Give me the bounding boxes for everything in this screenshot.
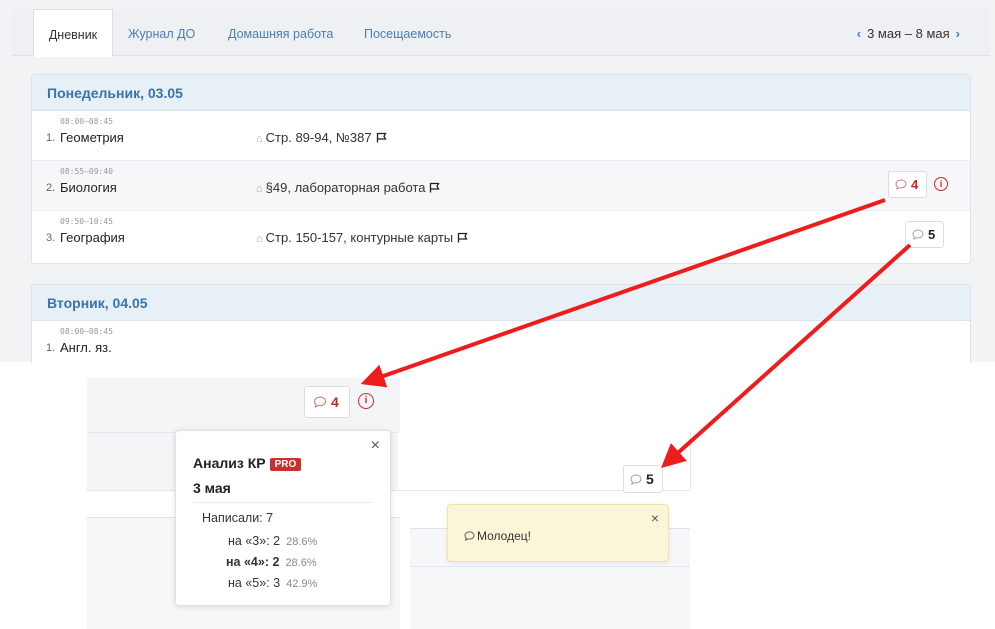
test-analysis-popover: × Анализ КР PRO 3 мая Написали: 7 на «3»:… — [175, 430, 391, 606]
lesson-time: 09:50–10:45 — [60, 217, 113, 226]
lesson-time: 08:55–09:40 — [60, 167, 113, 176]
pro-badge: PRO — [269, 458, 302, 471]
close-icon[interactable]: × — [651, 510, 659, 526]
lesson-number: 3. — [46, 232, 56, 244]
comment-icon — [912, 229, 924, 240]
comment-icon — [464, 531, 475, 541]
homework: ⌂ Стр. 150-157, контурные карты — [256, 230, 468, 245]
wrote-label: Написали: — [202, 511, 263, 525]
comment-note: × Молодец! — [447, 504, 669, 562]
week-navigation: ‹ 3 мая – 8 мая › — [851, 26, 966, 41]
next-week-icon[interactable]: › — [950, 26, 966, 41]
week-range: 3 мая – 8 мая — [867, 26, 950, 41]
lesson-number: 1. — [46, 342, 56, 354]
homework-text: Стр. 150-157, контурные карты — [265, 230, 454, 245]
day-card-monday: Понедельник, 03.05 08:00–08:45 1. Геомет… — [31, 74, 971, 264]
comments-count: 5 — [646, 471, 654, 487]
tab-bar: Дневник Журнал ДО Домашняя работа Посеща… — [12, 9, 990, 57]
close-icon[interactable]: × — [371, 437, 380, 455]
flag-icon[interactable] — [457, 232, 468, 243]
comment-icon — [630, 474, 642, 485]
divider — [410, 566, 690, 567]
lesson-number: 1. — [46, 132, 56, 144]
lesson-row[interactable]: 08:55–09:40 2. Биология ⌂ §49, лабораторн… — [32, 161, 970, 211]
day-header: Вторник, 04.05 — [32, 285, 970, 321]
lesson-subject: Биология — [60, 180, 117, 195]
lesson-number: 2. — [46, 182, 56, 194]
divider — [193, 502, 373, 503]
homework: ⌂ §49, лабораторная работа — [256, 180, 441, 195]
popover-title-text: Анализ КР — [193, 455, 266, 471]
flag-icon[interactable] — [376, 132, 387, 143]
comments-badge[interactable]: 5 — [905, 221, 945, 248]
grade-label: на «4»: — [226, 555, 269, 569]
comments-badge-zoomed[interactable]: 5 — [623, 465, 663, 493]
lesson-time: 08:00–08:45 — [60, 117, 113, 126]
comments-count: 4 — [331, 394, 339, 410]
grade-percent: 28.6% — [286, 536, 318, 548]
lesson-row[interactable]: 08:00–08:45 1. Англ. яз. — [32, 321, 970, 370]
homework-text: Стр. 89-94, №387 — [265, 130, 372, 145]
comment-message: Молодец! — [464, 529, 531, 543]
grade-count: 2 — [272, 555, 280, 569]
tab-homework[interactable]: Домашняя работа — [228, 9, 333, 55]
comment-icon — [895, 179, 907, 190]
grade-count: 3 — [273, 576, 281, 590]
grade-count: 2 — [273, 534, 281, 548]
grade-percent: 28.6% — [285, 557, 317, 569]
info-icon[interactable]: i — [358, 393, 374, 409]
comments-count: 4 — [911, 177, 919, 192]
grade-label: на «3»: — [228, 534, 270, 548]
popover-date: 3 мая — [193, 480, 231, 496]
lesson-time: 08:00–08:45 — [60, 327, 113, 336]
comment-text: Молодец! — [477, 529, 531, 543]
home-icon: ⌂ — [256, 233, 263, 245]
comments-badge-zoomed[interactable]: 4 — [304, 386, 350, 418]
homework-text: §49, лабораторная работа — [265, 180, 426, 195]
grade-percent: 42.9% — [286, 578, 318, 590]
flag-icon[interactable] — [429, 182, 441, 193]
comments-count: 5 — [928, 227, 936, 242]
home-icon: ⌂ — [256, 133, 263, 145]
popover-title: Анализ КР PRO — [193, 455, 302, 472]
comment-icon — [314, 396, 326, 408]
lesson-row[interactable]: 09:50–10:45 3. География ⌂ Стр. 150-157, … — [32, 211, 970, 260]
tab-journal[interactable]: Журнал ДО — [128, 9, 195, 55]
day-card-tuesday: Вторник, 04.05 08:00–08:45 1. Англ. яз. — [31, 284, 971, 363]
wrote-count: Написали: 7 — [202, 511, 273, 525]
lesson-subject: Англ. яз. — [60, 340, 112, 355]
info-icon[interactable]: i — [934, 177, 948, 191]
homework: ⌂ Стр. 89-94, №387 — [256, 130, 387, 145]
grade-row: на «4»: 2 28.6% — [226, 555, 317, 569]
wrote-value: 7 — [266, 511, 274, 525]
lesson-subject: География — [60, 230, 125, 245]
home-icon: ⌂ — [256, 183, 263, 195]
day-header: Понедельник, 03.05 — [32, 75, 970, 111]
tab-attendance[interactable]: Посещаемость — [364, 9, 451, 55]
comments-badge[interactable]: 4 — [888, 171, 928, 198]
tab-diary[interactable]: Дневник — [33, 9, 113, 57]
prev-week-icon[interactable]: ‹ — [851, 26, 867, 41]
diary-app: Дневник Журнал ДО Домашняя работа Посеща… — [0, 0, 995, 363]
grade-row: на «3»: 2 28.6% — [228, 534, 317, 548]
grade-row: на «5»: 3 42.9% — [228, 576, 317, 590]
lesson-row[interactable]: 08:00–08:45 1. Геометрия ⌂ Стр. 89-94, №3… — [32, 111, 970, 161]
grade-label: на «5»: — [228, 576, 270, 590]
lesson-subject: Геометрия — [60, 130, 124, 145]
